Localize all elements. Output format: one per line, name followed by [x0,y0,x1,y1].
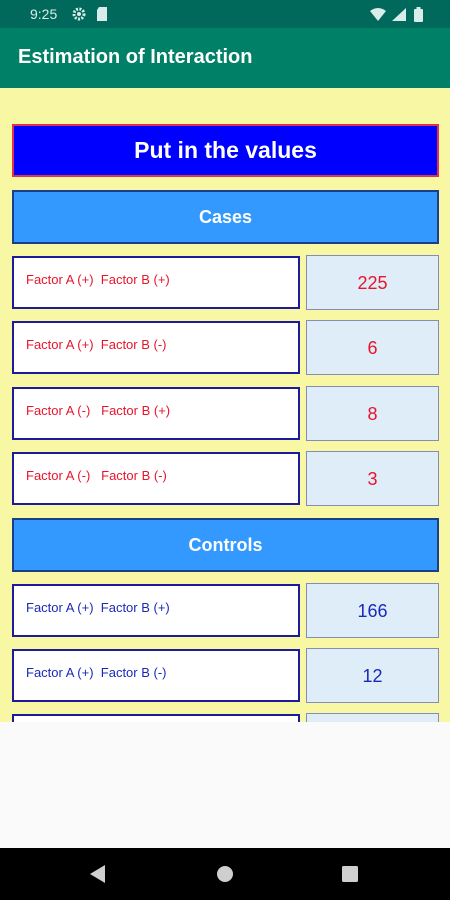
signal-icon [392,8,406,26]
control-input-a-plus-b-plus[interactable]: 166 [306,583,439,638]
control-label-a-plus-b-plus: Factor A (+) Factor B (+) [12,584,300,637]
case-input-a-plus-b-minus[interactable]: 6 [306,320,439,375]
app-title: Estimation of Interaction [18,46,253,68]
back-icon[interactable] [90,865,106,888]
case-label-a-plus-b-plus: Factor A (+) Factor B (+) [12,256,300,309]
control-input-a-plus-b-minus[interactable]: 12 [306,648,439,703]
battery-icon [414,7,423,27]
app-bar: Estimation of Interaction [0,28,450,88]
control-input-row-3[interactable] [306,713,439,722]
case-label-a-plus-b-minus: Factor A (+) Factor B (-) [12,321,300,374]
case-input-a-plus-b-plus[interactable]: 225 [306,255,439,310]
status-bar: 9:25 [0,0,450,28]
control-label-a-plus-b-minus: Factor A (+) Factor B (-) [12,649,300,702]
cases-header: Cases [12,190,439,244]
recents-icon[interactable] [342,866,358,887]
status-time: 9:25 [30,6,58,22]
case-label-a-minus-b-plus: Factor A (-) Factor B (+) [12,387,300,440]
home-icon[interactable] [217,866,233,887]
controls-header: Controls [12,518,439,572]
case-label-a-minus-b-minus: Factor A (-) Factor B (-) [12,452,300,505]
gear-icon [72,7,86,26]
wifi-icon [370,8,386,26]
sd-card-icon [96,7,108,26]
navigation-bar [0,848,450,900]
case-input-a-minus-b-minus[interactable]: 3 [306,451,439,506]
page-heading: Put in the values [12,124,439,177]
main-content[interactable]: Put in the values Cases Factor A (+) Fac… [0,88,450,722]
keyboard-placeholder-area [0,722,450,848]
control-label-row-3 [12,714,300,722]
case-input-a-minus-b-plus[interactable]: 8 [306,386,439,441]
